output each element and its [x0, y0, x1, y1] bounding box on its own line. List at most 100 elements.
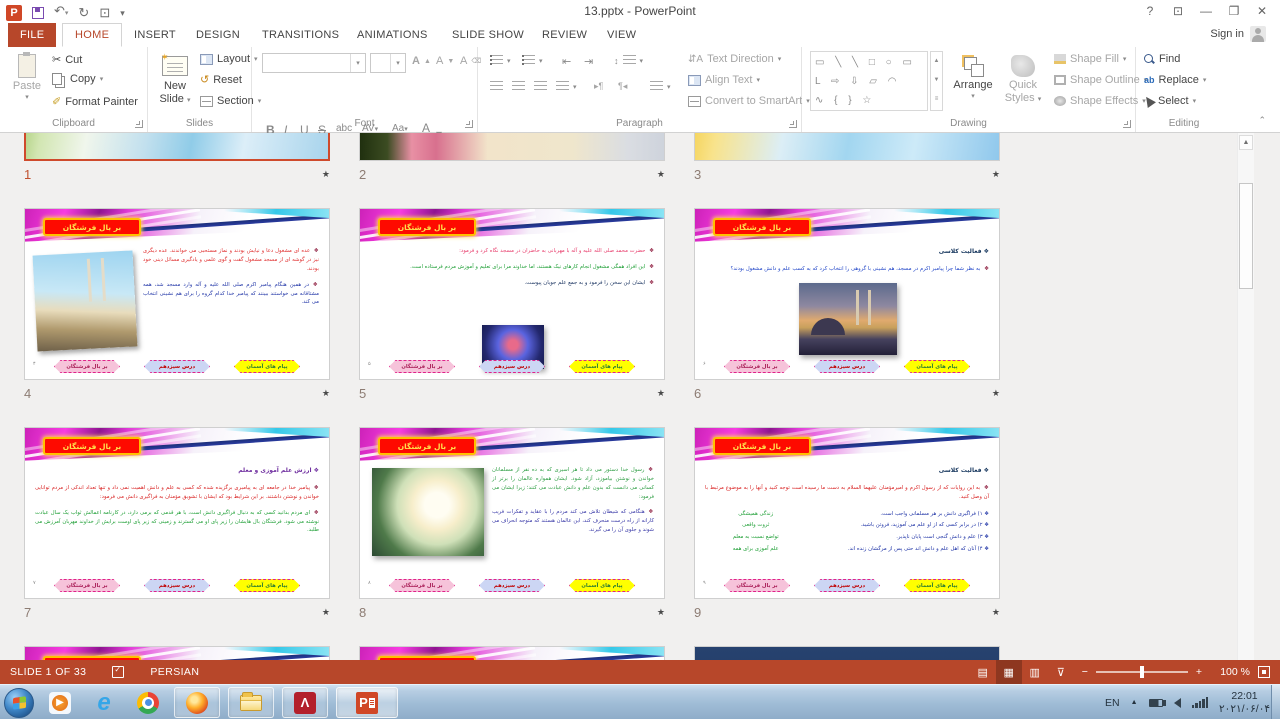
tab-home[interactable]: HOME — [62, 23, 122, 47]
columns-button[interactable]: ▾ — [650, 81, 671, 92]
tray-language[interactable]: EN — [1105, 697, 1120, 709]
language-indicator[interactable]: PERSIAN — [150, 666, 199, 678]
taskbar-chrome[interactable] — [130, 687, 166, 718]
replace-button[interactable]: abReplace▾ — [1144, 74, 1206, 86]
scrollbar-thumb[interactable] — [1239, 183, 1253, 289]
nav-chip-2[interactable]: پیام های آسمان — [569, 360, 635, 373]
tab-slideshow[interactable]: SLIDE SHOW — [440, 23, 536, 47]
quick-styles-button[interactable]: Quick Styles ▾ — [1000, 50, 1046, 116]
slide-thumbnail-2[interactable] — [359, 133, 665, 161]
nav-chip-1[interactable]: درس سیزدهم — [479, 579, 545, 592]
nav-chip-1[interactable]: درس سیزدهم — [479, 360, 545, 373]
tab-design[interactable]: DESIGN — [184, 23, 252, 47]
nav-chip-0[interactable]: بر بال فرشتگان — [389, 579, 455, 592]
scroll-up-arrow[interactable]: ▲ — [1239, 135, 1253, 150]
nav-chip-1[interactable]: درس سیزدهم — [144, 360, 210, 373]
slide-thumbnail-3[interactable] — [694, 133, 1000, 161]
shapes-gallery-scroll[interactable]: ▲▼≡ — [930, 51, 943, 111]
spell-check-icon[interactable] — [112, 666, 124, 678]
shapes-gallery[interactable]: ▭ ╲ ╲ □ ○ ▭L ⇨ ⇩ ▱ ◠∿ { } ☆ — [810, 51, 928, 111]
normal-view-button[interactable]: ▤ — [970, 660, 996, 684]
taskbar-firefox[interactable] — [174, 687, 220, 718]
nav-chip-2[interactable]: پیام های آسمان — [234, 579, 300, 592]
battery-icon[interactable] — [1149, 699, 1163, 707]
select-button[interactable]: Select▾ — [1144, 95, 1196, 107]
slide-thumbnail-6[interactable]: بر بال فرشتگان❖ فعالیت کلاسی❖ به نظر شما… — [694, 208, 1000, 380]
increase-indent-button[interactable]: ⇥ — [584, 55, 593, 68]
layout-button[interactable]: Layout▾ — [200, 53, 258, 65]
slide-thumbnail-10[interactable]: بر بال فرشتگان — [24, 646, 330, 660]
show-desktop-button[interactable] — [1271, 685, 1280, 719]
nav-chip-2[interactable]: پیام های آسمان — [234, 360, 300, 373]
slide-thumbnail-8[interactable]: بر بال فرشتگان❖ رسول خدا دستور می داد تا… — [359, 427, 665, 599]
align-text-button[interactable]: Align Text▾ — [688, 74, 760, 86]
font-size-combobox[interactable]: ▾ — [370, 53, 406, 73]
taskbar-powerpoint[interactable]: P — [336, 687, 398, 718]
sign-in[interactable]: Sign in — [1210, 26, 1266, 42]
zoom-slider[interactable] — [1096, 671, 1188, 673]
network-signal-icon[interactable] — [1192, 697, 1209, 708]
taskbar-media-player[interactable] — [42, 687, 78, 718]
grow-font-button[interactable]: A▲ — [412, 55, 431, 67]
slide-thumbnail-9[interactable]: بر بال فرشتگان❖ فعالیت کلاسی❖ به این روا… — [694, 427, 1000, 599]
shrink-font-button[interactable]: A▼ — [436, 55, 454, 67]
nav-chip-2[interactable]: پیام های آسمان — [569, 579, 635, 592]
tab-insert[interactable]: INSERT — [122, 23, 188, 47]
taskbar-acrobat[interactable]: Λ — [282, 687, 328, 718]
nav-chip-1[interactable]: درس سیزدهم — [814, 360, 880, 373]
new-slide-button[interactable]: New Slide ▾ — [152, 50, 198, 116]
taskbar-file-explorer[interactable] — [228, 687, 274, 718]
speaker-icon[interactable] — [1174, 698, 1181, 708]
start-button[interactable] — [4, 688, 34, 718]
taskbar-internet-explorer[interactable]: e — [86, 687, 122, 718]
nav-chip-0[interactable]: بر بال فرشتگان — [724, 360, 790, 373]
zoom-slider-thumb[interactable] — [1140, 666, 1144, 678]
shape-outline-button[interactable]: Shape Outline▾ — [1054, 74, 1147, 86]
find-button[interactable]: Find — [1144, 53, 1180, 65]
fit-to-window-button[interactable] — [1258, 666, 1270, 678]
nav-chip-0[interactable]: بر بال فرشتگان — [724, 579, 790, 592]
shape-effects-button[interactable]: Shape Effects▾ — [1054, 95, 1146, 107]
copy-button[interactable]: Copy▾ — [52, 73, 103, 85]
nav-chip-2[interactable]: پیام های آسمان — [904, 579, 970, 592]
vertical-scrollbar[interactable]: ▲ — [1237, 133, 1254, 660]
zoom-in-button[interactable]: + — [1196, 666, 1202, 678]
collapse-ribbon-button[interactable]: ⌃ — [1258, 115, 1266, 126]
rtl-direction-button[interactable]: ¶◂ — [618, 81, 627, 92]
decrease-indent-button[interactable]: ⇤ — [562, 55, 571, 68]
slide-thumbnail-5[interactable]: بر بال فرشتگان❖ حضرت محمد صلی الله علیه … — [359, 208, 665, 380]
arrange-button[interactable]: Arrange▾ — [948, 50, 998, 116]
text-direction-button[interactable]: ⇵AText Direction▾ — [688, 53, 781, 65]
format-painter-button[interactable]: ✐Format Painter — [52, 95, 138, 108]
align-center-button[interactable] — [512, 81, 525, 92]
align-right-button[interactable] — [534, 81, 547, 92]
align-left-button[interactable] — [490, 81, 503, 92]
zoom-out-button[interactable]: − — [1082, 666, 1088, 678]
shape-fill-button[interactable]: Shape Fill▾ — [1054, 53, 1126, 65]
nav-chip-1[interactable]: درس سیزدهم — [144, 579, 210, 592]
tray-clock[interactable]: 22:01 ۲۰۲۱/۰۶/۰۴ — [1219, 690, 1270, 716]
ltr-direction-button[interactable]: ▸¶ — [594, 81, 603, 92]
tab-file[interactable]: FILE — [8, 23, 56, 47]
font-dialog-launcher[interactable] — [465, 120, 473, 128]
help-button[interactable]: ? — [1136, 0, 1164, 22]
font-name-combobox[interactable]: ▾ — [262, 53, 366, 73]
nav-chip-1[interactable]: درس سیزدهم — [814, 579, 880, 592]
slide-thumbnail-4[interactable]: بر بال فرشتگان❖ عده ای مشغول دعا و نیایش… — [24, 208, 330, 380]
tab-view[interactable]: VIEW — [595, 23, 648, 47]
tray-expand-icon[interactable]: ▲ — [1131, 699, 1138, 706]
cut-button[interactable]: ✂Cut — [52, 53, 82, 66]
zoom-level[interactable]: 100 % — [1210, 666, 1250, 678]
paste-button[interactable]: Paste▾ — [4, 50, 50, 116]
convert-smartart-button[interactable]: Convert to SmartArt▾ — [688, 95, 810, 107]
justify-button[interactable]: ▾ — [556, 81, 577, 92]
drawing-dialog-launcher[interactable] — [1123, 120, 1131, 128]
slide-thumbnail-12[interactable] — [694, 646, 1000, 660]
tab-animations[interactable]: ANIMATIONS — [345, 23, 440, 47]
nav-chip-0[interactable]: بر بال فرشتگان — [54, 579, 120, 592]
reading-view-button[interactable]: ▥ — [1022, 660, 1048, 684]
nav-chip-0[interactable]: بر بال فرشتگان — [54, 360, 120, 373]
bullets-button[interactable]: ▾ — [490, 55, 511, 66]
paragraph-dialog-launcher[interactable] — [789, 120, 797, 128]
slide-thumbnail-7[interactable]: بر بال فرشتگان❖ ارزش علم آموزی و معلم❖ پ… — [24, 427, 330, 599]
